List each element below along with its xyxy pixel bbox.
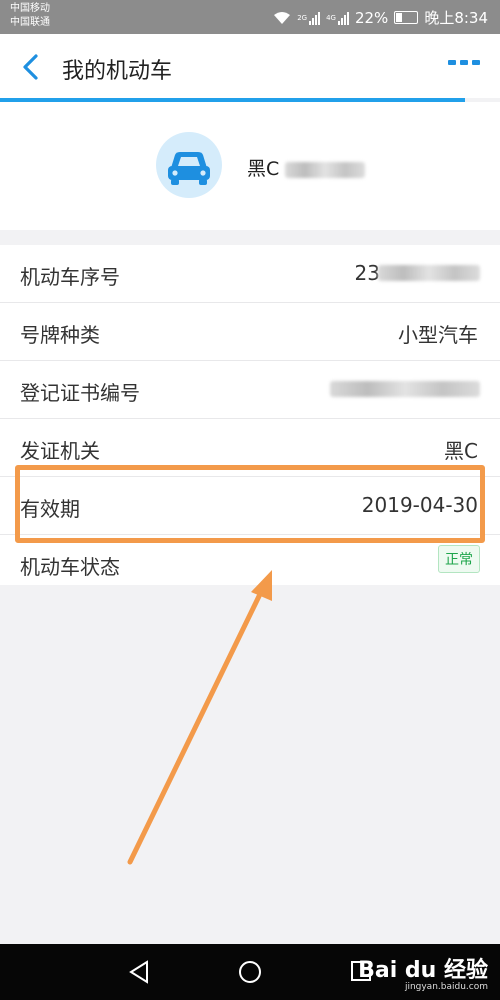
battery-percent: 22%: [354, 8, 389, 27]
clock: 晚上8:34: [424, 9, 488, 27]
plate-prefix: 黑C: [247, 158, 280, 180]
detail-row-issuer: 发证机关 黑C: [0, 419, 500, 477]
carrier-1: 中国移动: [10, 3, 50, 14]
detail-row-serial: 机动车序号 23: [0, 245, 500, 303]
battery-icon: [394, 11, 419, 24]
detail-value: 黑C: [444, 439, 478, 463]
detail-label: 发证机关: [20, 439, 100, 463]
system-nav-bar: Bai du 经验 jingyan.baidu.com: [0, 944, 500, 1000]
detail-label: 机动车序号: [20, 265, 120, 289]
nav-back-icon[interactable]: [128, 960, 150, 984]
detail-row-status: 机动车状态 正常: [0, 535, 500, 585]
nav-home-icon[interactable]: [238, 960, 262, 984]
license-plate: 黑C: [247, 154, 366, 181]
detail-value: 小型汽车: [398, 323, 478, 347]
more-icon[interactable]: [448, 60, 480, 65]
detail-label: 号牌种类: [20, 323, 100, 347]
detail-label: 登记证书编号: [20, 381, 140, 405]
status-badge: 正常: [438, 545, 480, 573]
detail-label: 机动车状态: [20, 555, 120, 579]
plate-redacted: [285, 161, 366, 178]
page-title: 我的机动车: [62, 59, 173, 84]
back-icon[interactable]: [14, 50, 48, 84]
detail-value-redacted: [330, 381, 480, 397]
detail-value: 2019-04-30: [361, 493, 478, 517]
network-2-label: 4G: [326, 13, 336, 22]
vehicle-details-list: 机动车序号 23 号牌种类 小型汽车 登记证书编号 发证机关 黑C 有效期 20…: [0, 245, 500, 585]
status-icons: 2G 4G 22% 晚上8:34: [273, 7, 488, 28]
watermark: Bai du 经验 jingyan.baidu.com: [358, 952, 488, 992]
detail-value: 23: [354, 261, 380, 285]
nav-bar: 我的机动车: [0, 34, 500, 102]
detail-row-expiry: 有效期 2019-04-30: [0, 477, 500, 535]
detail-row-certificate: 登记证书编号: [0, 361, 500, 419]
watermark-brand: Bai du 经验: [358, 958, 488, 983]
car-icon: [156, 132, 222, 198]
watermark-url: jingyan.baidu.com: [404, 982, 488, 992]
status-bar: 中国移动 中国联通 2G 4G 22% 晚上8:34: [0, 0, 500, 34]
carrier-info: 中国移动 中国联通: [10, 2, 50, 30]
detail-value-redacted: [378, 265, 480, 281]
vehicle-header: 黑C: [0, 102, 500, 230]
detail-row-plate-type: 号牌种类 小型汽车: [0, 303, 500, 361]
carrier-2: 中国联通: [10, 17, 50, 28]
network-1-label: 2G: [297, 13, 308, 22]
signal-icon-1: [309, 11, 321, 25]
wifi-icon: [274, 11, 291, 24]
detail-label: 有效期: [20, 497, 80, 521]
signal-icon-2: [337, 11, 349, 25]
